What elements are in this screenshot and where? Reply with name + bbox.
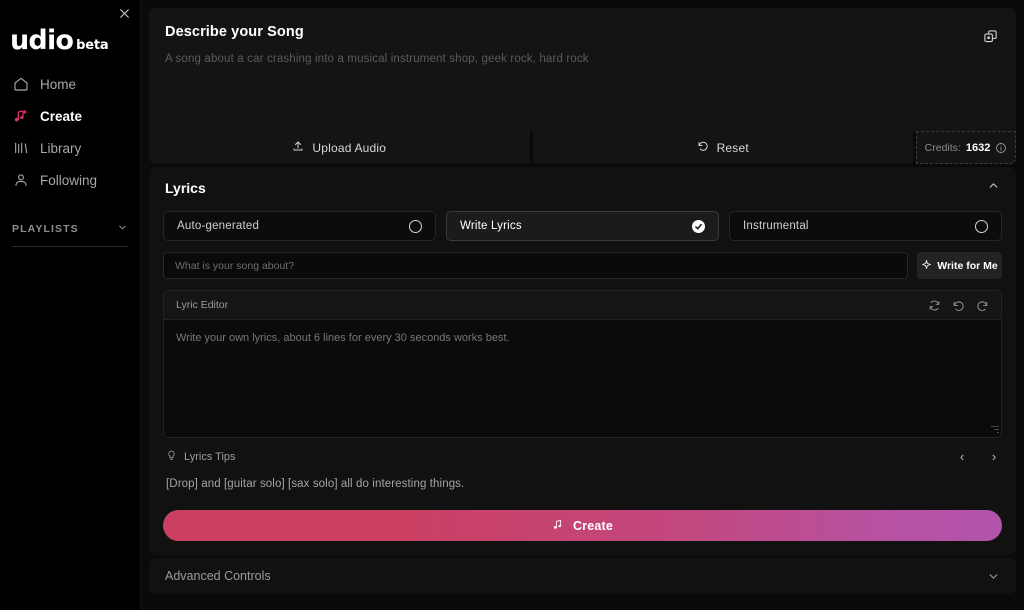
radio-circle-icon: [975, 220, 988, 233]
sparkle-icon: [921, 259, 932, 273]
radio-circle-icon: [409, 220, 422, 233]
lyric-editor: Lyric Editor: [163, 290, 1002, 438]
lyrics-option-label: Auto-generated: [177, 220, 259, 232]
create-button-label: Create: [573, 519, 613, 533]
upload-audio-label: Upload Audio: [312, 141, 386, 155]
lyrics-prompt-input[interactable]: [163, 252, 908, 279]
describe-song-card: Describe your Song A song about a car cr…: [149, 8, 1016, 131]
action-row: Upload Audio Reset Credits: 1632: [149, 131, 1016, 164]
tips-prev-button[interactable]: ‹: [957, 449, 967, 464]
resize-handle[interactable]: [990, 426, 999, 435]
credits-display[interactable]: Credits: 1632: [916, 131, 1016, 164]
music-note-plus-icon: [12, 108, 29, 125]
reset-label: Reset: [717, 141, 749, 155]
lyrics-tips-label: Lyrics Tips: [184, 451, 236, 463]
chevron-down-icon: [117, 222, 128, 236]
playlists-toggle[interactable]: PLAYLISTS: [12, 222, 128, 246]
lyric-editor-placeholder: Write your own lyrics, about 6 lines for…: [176, 332, 510, 344]
sidebar-item-following[interactable]: Following: [0, 164, 140, 196]
lyrics-section-header[interactable]: Lyrics: [163, 179, 1002, 197]
home-icon: [12, 76, 29, 93]
song-prompt-text[interactable]: A song about a car crashing into a music…: [165, 53, 1000, 65]
advanced-controls-section[interactable]: Advanced Controls: [149, 558, 1016, 594]
lyric-editor-tools: [927, 298, 989, 312]
person-icon: [12, 172, 29, 189]
sidebar-item-label: Create: [40, 109, 82, 124]
sidebar-item-create[interactable]: Create: [0, 100, 140, 132]
write-for-me-label: Write for Me: [937, 260, 997, 272]
radio-checked-icon: [692, 220, 705, 233]
expand-copy-icon[interactable]: [980, 26, 1000, 46]
lyrics-option-instrumental[interactable]: Instrumental: [729, 211, 1002, 241]
sidebar-nav: Home Create: [0, 68, 140, 196]
lyrics-tips-header: Lyrics Tips ‹ ›: [166, 449, 999, 464]
logo-beta-text: beta: [76, 38, 108, 53]
page-title: Describe your Song: [165, 24, 1000, 40]
sidebar-item-label: Following: [40, 173, 97, 188]
lyric-editor-textarea[interactable]: Write your own lyrics, about 6 lines for…: [164, 320, 1001, 437]
close-icon[interactable]: [115, 4, 133, 22]
lyrics-tips: Lyrics Tips ‹ › [Drop] and [guitar solo]…: [163, 449, 1002, 490]
main-content: Describe your Song A song about a car cr…: [141, 0, 1024, 610]
lyrics-tips-text: [Drop] and [guitar solo] [sax solo] all …: [166, 478, 999, 490]
app-root: udio beta Home: [0, 0, 1024, 610]
lyrics-option-write-lyrics[interactable]: Write Lyrics: [446, 211, 719, 241]
reset-button[interactable]: Reset: [533, 131, 914, 164]
sidebar-item-label: Library: [40, 141, 81, 156]
write-for-me-button[interactable]: Write for Me: [917, 252, 1002, 279]
tips-next-button[interactable]: ›: [989, 449, 999, 464]
info-circle-icon[interactable]: [995, 142, 1007, 154]
sidebar-item-home[interactable]: Home: [0, 68, 140, 100]
sidebar-item-label: Home: [40, 77, 76, 92]
upload-icon: [292, 140, 304, 155]
library-bars-icon: [12, 140, 29, 157]
undo-icon[interactable]: [951, 298, 965, 312]
lyric-editor-title: Lyric Editor: [176, 299, 228, 311]
playlists-label: PLAYLISTS: [12, 223, 79, 235]
chevron-up-icon[interactable]: [987, 179, 1000, 197]
undo-arrow-icon: [697, 140, 709, 155]
lyrics-title: Lyrics: [165, 180, 206, 196]
lyrics-tips-label-group: Lyrics Tips: [166, 450, 236, 464]
lyrics-panel: Lyrics Auto-generated Write Lyrics: [149, 167, 1016, 555]
credits-value: 1632: [966, 142, 990, 154]
chevron-down-icon[interactable]: [987, 570, 1000, 583]
sidebar-item-library[interactable]: Library: [0, 132, 140, 164]
lyrics-option-label: Write Lyrics: [460, 220, 522, 232]
lightbulb-icon: [166, 450, 177, 464]
lyrics-prompt-row: Write for Me: [163, 252, 1002, 279]
credits-label: Credits:: [925, 142, 961, 154]
upload-audio-button[interactable]: Upload Audio: [149, 131, 530, 164]
lyrics-tips-nav: ‹ ›: [957, 449, 999, 464]
advanced-controls-title: Advanced Controls: [165, 569, 271, 583]
sidebar: udio beta Home: [0, 0, 141, 610]
lyrics-option-auto-generated[interactable]: Auto-generated: [163, 211, 436, 241]
logo-text: udio: [10, 27, 73, 54]
lyric-editor-header: Lyric Editor: [164, 291, 1001, 320]
music-note-icon: [552, 518, 565, 534]
divider: [12, 246, 128, 247]
playlists-section: PLAYLISTS: [0, 222, 140, 247]
refresh-icon[interactable]: [927, 298, 941, 312]
redo-icon[interactable]: [975, 298, 989, 312]
create-button[interactable]: Create: [163, 510, 1002, 541]
lyrics-mode-options: Auto-generated Write Lyrics Instrumental: [163, 211, 1002, 241]
lyrics-option-label: Instrumental: [743, 220, 809, 232]
